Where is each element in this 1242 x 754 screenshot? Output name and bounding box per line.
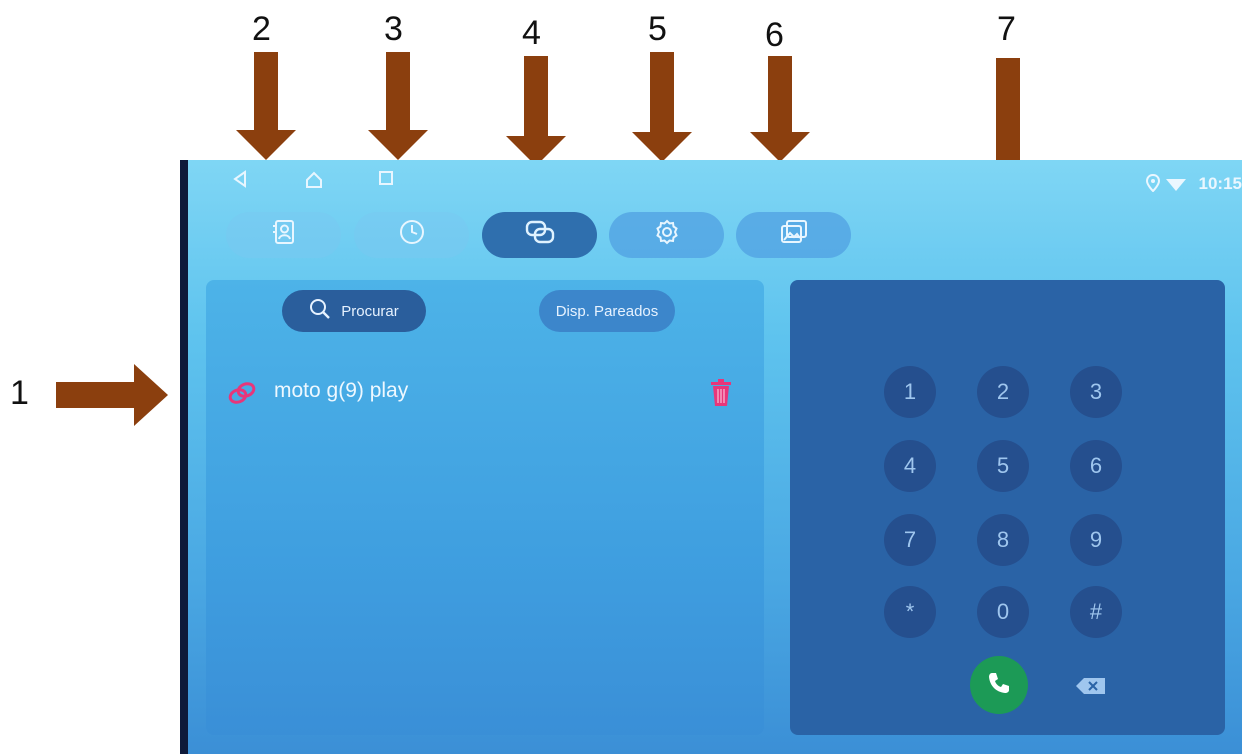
dialpad-panel: 1 2 3 4 5 6 7 8 9 * 0 # xyxy=(790,280,1225,735)
dial-key-6[interactable]: 6 xyxy=(1070,440,1122,492)
dial-key-star[interactable]: * xyxy=(884,586,936,638)
annotation-label-6: 6 xyxy=(765,16,784,54)
wifi-icon xyxy=(1166,176,1186,197)
annotation-arrow-3 xyxy=(368,52,428,162)
annotation-label-4: 4 xyxy=(522,14,541,52)
dial-key-7[interactable]: 7 xyxy=(884,514,936,566)
device-list-item[interactable]: moto g(9) play xyxy=(224,375,744,411)
dial-key-4[interactable]: 4 xyxy=(884,440,936,492)
dial-key-1[interactable]: 1 xyxy=(884,366,936,418)
status-clock: 10:15 xyxy=(1198,174,1242,193)
search-icon xyxy=(309,298,331,324)
contacts-book-icon xyxy=(272,219,296,251)
dial-key-3[interactable]: 3 xyxy=(1070,366,1122,418)
annotation-label-2: 2 xyxy=(252,10,271,48)
delete-device-icon[interactable] xyxy=(710,379,732,412)
head-unit-screen: 10:15 Procurar Disp. Pareados moto g(9) … xyxy=(188,160,1242,754)
dial-key-8[interactable]: 8 xyxy=(977,514,1029,566)
location-icon xyxy=(1145,173,1161,197)
annotation-label-7: 7 xyxy=(997,10,1016,48)
link-icon xyxy=(525,219,555,251)
annotation-arrow-4 xyxy=(506,56,566,168)
tab-connection[interactable] xyxy=(482,212,597,258)
dial-key-hash[interactable]: # xyxy=(1070,586,1122,638)
dial-key-2[interactable]: 2 xyxy=(977,366,1029,418)
tab-settings[interactable] xyxy=(609,212,724,258)
device-name: moto g(9) play xyxy=(274,379,409,402)
dial-key-5[interactable]: 5 xyxy=(977,440,1029,492)
home-nav-icon[interactable] xyxy=(304,170,324,195)
annotation-arrow-6 xyxy=(750,56,810,164)
backspace-icon[interactable] xyxy=(1075,677,1107,700)
clock-icon xyxy=(399,219,425,251)
annotation-label-5: 5 xyxy=(648,10,667,48)
image-icon xyxy=(780,219,808,251)
annotation-arrow-2 xyxy=(236,52,296,162)
tab-gallery[interactable] xyxy=(736,212,851,258)
annotation-label-3: 3 xyxy=(384,10,403,48)
annotation-arrow-5 xyxy=(632,52,692,164)
call-button[interactable] xyxy=(970,656,1028,714)
recent-apps-nav-icon[interactable] xyxy=(378,170,394,191)
status-bar: 10:15 xyxy=(188,160,1242,200)
annotation-label-1: 1 xyxy=(10,374,29,412)
dial-key-0[interactable]: 0 xyxy=(977,586,1029,638)
paired-devices-button[interactable]: Disp. Pareados xyxy=(539,290,675,332)
devices-panel: Procurar Disp. Pareados moto g(9) play xyxy=(206,280,764,735)
annotation-arrow-1 xyxy=(56,364,168,426)
phone-icon xyxy=(986,670,1012,701)
back-nav-icon[interactable] xyxy=(232,170,248,193)
search-button[interactable]: Procurar xyxy=(282,290,426,332)
paired-devices-label: Disp. Pareados xyxy=(555,302,659,320)
gear-icon xyxy=(653,218,681,252)
dial-key-9[interactable]: 9 xyxy=(1070,514,1122,566)
search-button-label: Procurar xyxy=(341,302,399,320)
tab-recent-calls[interactable] xyxy=(354,212,469,258)
tab-contacts[interactable] xyxy=(226,212,341,258)
paired-link-icon xyxy=(228,381,256,410)
